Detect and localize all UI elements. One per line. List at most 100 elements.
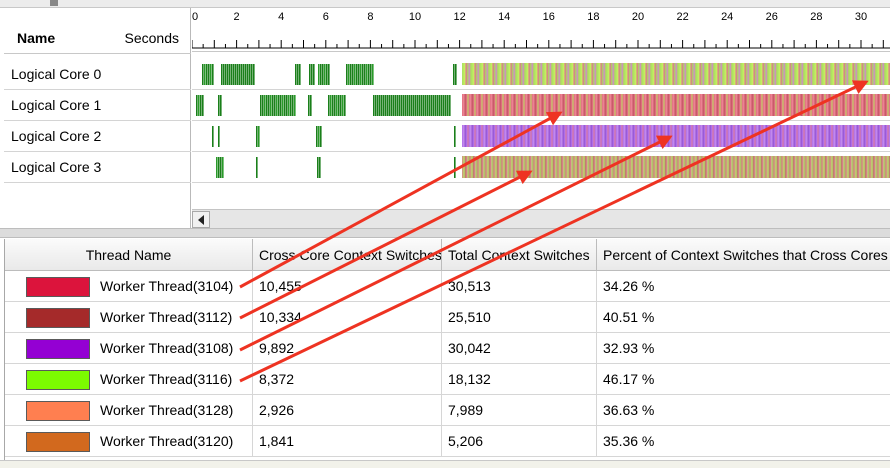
activity-mark: [338, 95, 340, 116]
thread-name-cell[interactable]: Worker Thread(3120): [5, 426, 253, 457]
percent-cell: 46.17 %: [597, 364, 890, 395]
thread-name-cell[interactable]: Worker Thread(3112): [5, 302, 253, 333]
activity-mark: [256, 157, 258, 178]
scroll-left-button[interactable]: [192, 211, 210, 228]
activity-mark: [222, 157, 224, 178]
activity-mark: [373, 95, 375, 116]
activity-mark: [227, 64, 229, 85]
activity-mark: [290, 95, 292, 116]
header-cross-core[interactable]: Cross Core Context Switches: [253, 239, 442, 271]
activity-mark: [204, 64, 206, 85]
activity-mark: [397, 95, 399, 116]
activity-mark: [381, 95, 383, 116]
thread-name: Worker Thread(3112): [100, 309, 233, 325]
activity-mark: [427, 95, 429, 116]
activity-mark: [393, 95, 395, 116]
ruler-ticks: 0 2 4 6 8 10 12 14 16 18 20 22 24 26 28 30: [192, 11, 890, 49]
activity-mark: [297, 64, 299, 85]
activity-mark: [292, 95, 294, 116]
activity-mark: [218, 157, 220, 178]
activity-mark: [387, 95, 389, 116]
timeline-pane[interactable]: 0 2 4 6 8 10 12 14 16 18 20 22 24 26 28 30: [192, 8, 890, 228]
activity-mark: [391, 95, 393, 116]
activity-mark: [375, 95, 377, 116]
activity-mark: [385, 95, 387, 116]
activity-mark: [318, 126, 320, 147]
seconds-column-header[interactable]: Seconds: [125, 30, 179, 46]
activity-mark: [425, 95, 427, 116]
percent-cell: 40.51 %: [597, 302, 890, 333]
toolbar-nub: [50, 0, 58, 6]
table-row[interactable]: Worker Thread(3108) 9,892 30,042 32.93 %: [5, 333, 890, 364]
core-lane-3[interactable]: [192, 152, 890, 183]
activity-mark: [415, 95, 417, 116]
activity-mark: [218, 126, 220, 147]
header-total[interactable]: Total Context Switches: [442, 239, 597, 271]
activity-mark: [330, 95, 332, 116]
core-lane-1[interactable]: [192, 90, 890, 121]
thread-name-cell[interactable]: Worker Thread(3128): [5, 395, 253, 426]
core-row-3[interactable]: Logical Core 3: [4, 152, 191, 183]
header-thread-name[interactable]: Thread Name: [5, 239, 253, 271]
core-row-0[interactable]: Logical Core 0: [4, 59, 191, 90]
activity-mark: [262, 95, 264, 116]
activity-mark: [360, 64, 362, 85]
activity-mark: [231, 64, 233, 85]
activity-mark: [346, 64, 348, 85]
activity-mark: [443, 95, 445, 116]
activity-mark: [239, 64, 241, 85]
activity-mark: [319, 157, 321, 178]
cross-core-cell: 9,892: [253, 333, 442, 364]
name-column-header[interactable]: Name: [17, 30, 55, 46]
activity-mark: [316, 126, 318, 147]
pane-splitter[interactable]: [0, 228, 890, 238]
core-row-2[interactable]: Logical Core 2: [4, 121, 191, 152]
table-row[interactable]: Worker Thread(3116) 8,372 18,132 46.17 %: [5, 364, 890, 395]
activity-mark: [278, 95, 280, 116]
table-row[interactable]: Worker Thread(3120) 1,841 5,206 35.36 %: [5, 426, 890, 457]
table-row[interactable]: Worker Thread(3112) 10,334 25,510 40.51 %: [5, 302, 890, 333]
activity-mark: [395, 95, 397, 116]
activity-mark: [253, 64, 255, 85]
activity-mark: [237, 64, 239, 85]
core-1-activity: [196, 95, 451, 116]
activity-mark: [344, 95, 346, 116]
thread-name-cell[interactable]: Worker Thread(3116): [5, 364, 253, 395]
header-percent[interactable]: Percent of Context Switches that Cross C…: [597, 239, 890, 271]
top-toolbar-strip: [0, 0, 890, 8]
thread-name: Worker Thread(3120): [100, 433, 234, 449]
thread-name-cell[interactable]: Worker Thread(3108): [5, 333, 253, 364]
table-row[interactable]: Worker Thread(3104) 10,455 30,513 34.26 %: [5, 271, 890, 302]
activity-mark: [196, 95, 198, 116]
activity-mark: [320, 126, 322, 147]
activity-mark: [342, 95, 344, 116]
activity-mark: [318, 64, 320, 85]
activity-mark: [249, 64, 251, 85]
activity-mark: [439, 95, 441, 116]
activity-mark: [235, 64, 237, 85]
activity-mark: [455, 64, 457, 85]
activity-mark: [429, 95, 431, 116]
activity-mark: [322, 64, 324, 85]
activity-mark: [437, 95, 439, 116]
activity-mark: [417, 95, 419, 116]
activity-mark: [260, 95, 262, 116]
activity-mark: [212, 126, 214, 147]
activity-mark: [379, 95, 381, 116]
core-lane-2[interactable]: [192, 121, 890, 152]
thread-name: Worker Thread(3116): [100, 371, 233, 387]
activity-mark: [431, 95, 433, 116]
thread-name-cell[interactable]: Worker Thread(3104): [5, 271, 253, 302]
activity-mark: [272, 95, 274, 116]
activity-mark: [368, 64, 370, 85]
table-row[interactable]: Worker Thread(3128) 2,926 7,989 36.63 %: [5, 395, 890, 426]
core-lane-0[interactable]: [192, 59, 890, 90]
time-ruler[interactable]: 0 2 4 6 8 10 12 14 16 18 20 22 24 26 28 30: [192, 8, 890, 52]
activity-mark: [447, 95, 449, 116]
core-row-1[interactable]: Logical Core 1: [4, 90, 191, 121]
percent-cell: 35.36 %: [597, 426, 890, 457]
horizontal-scrollbar[interactable]: [192, 209, 890, 228]
activity-mark: [200, 95, 202, 116]
activity-mark: [328, 95, 330, 116]
activity-mark: [389, 95, 391, 116]
